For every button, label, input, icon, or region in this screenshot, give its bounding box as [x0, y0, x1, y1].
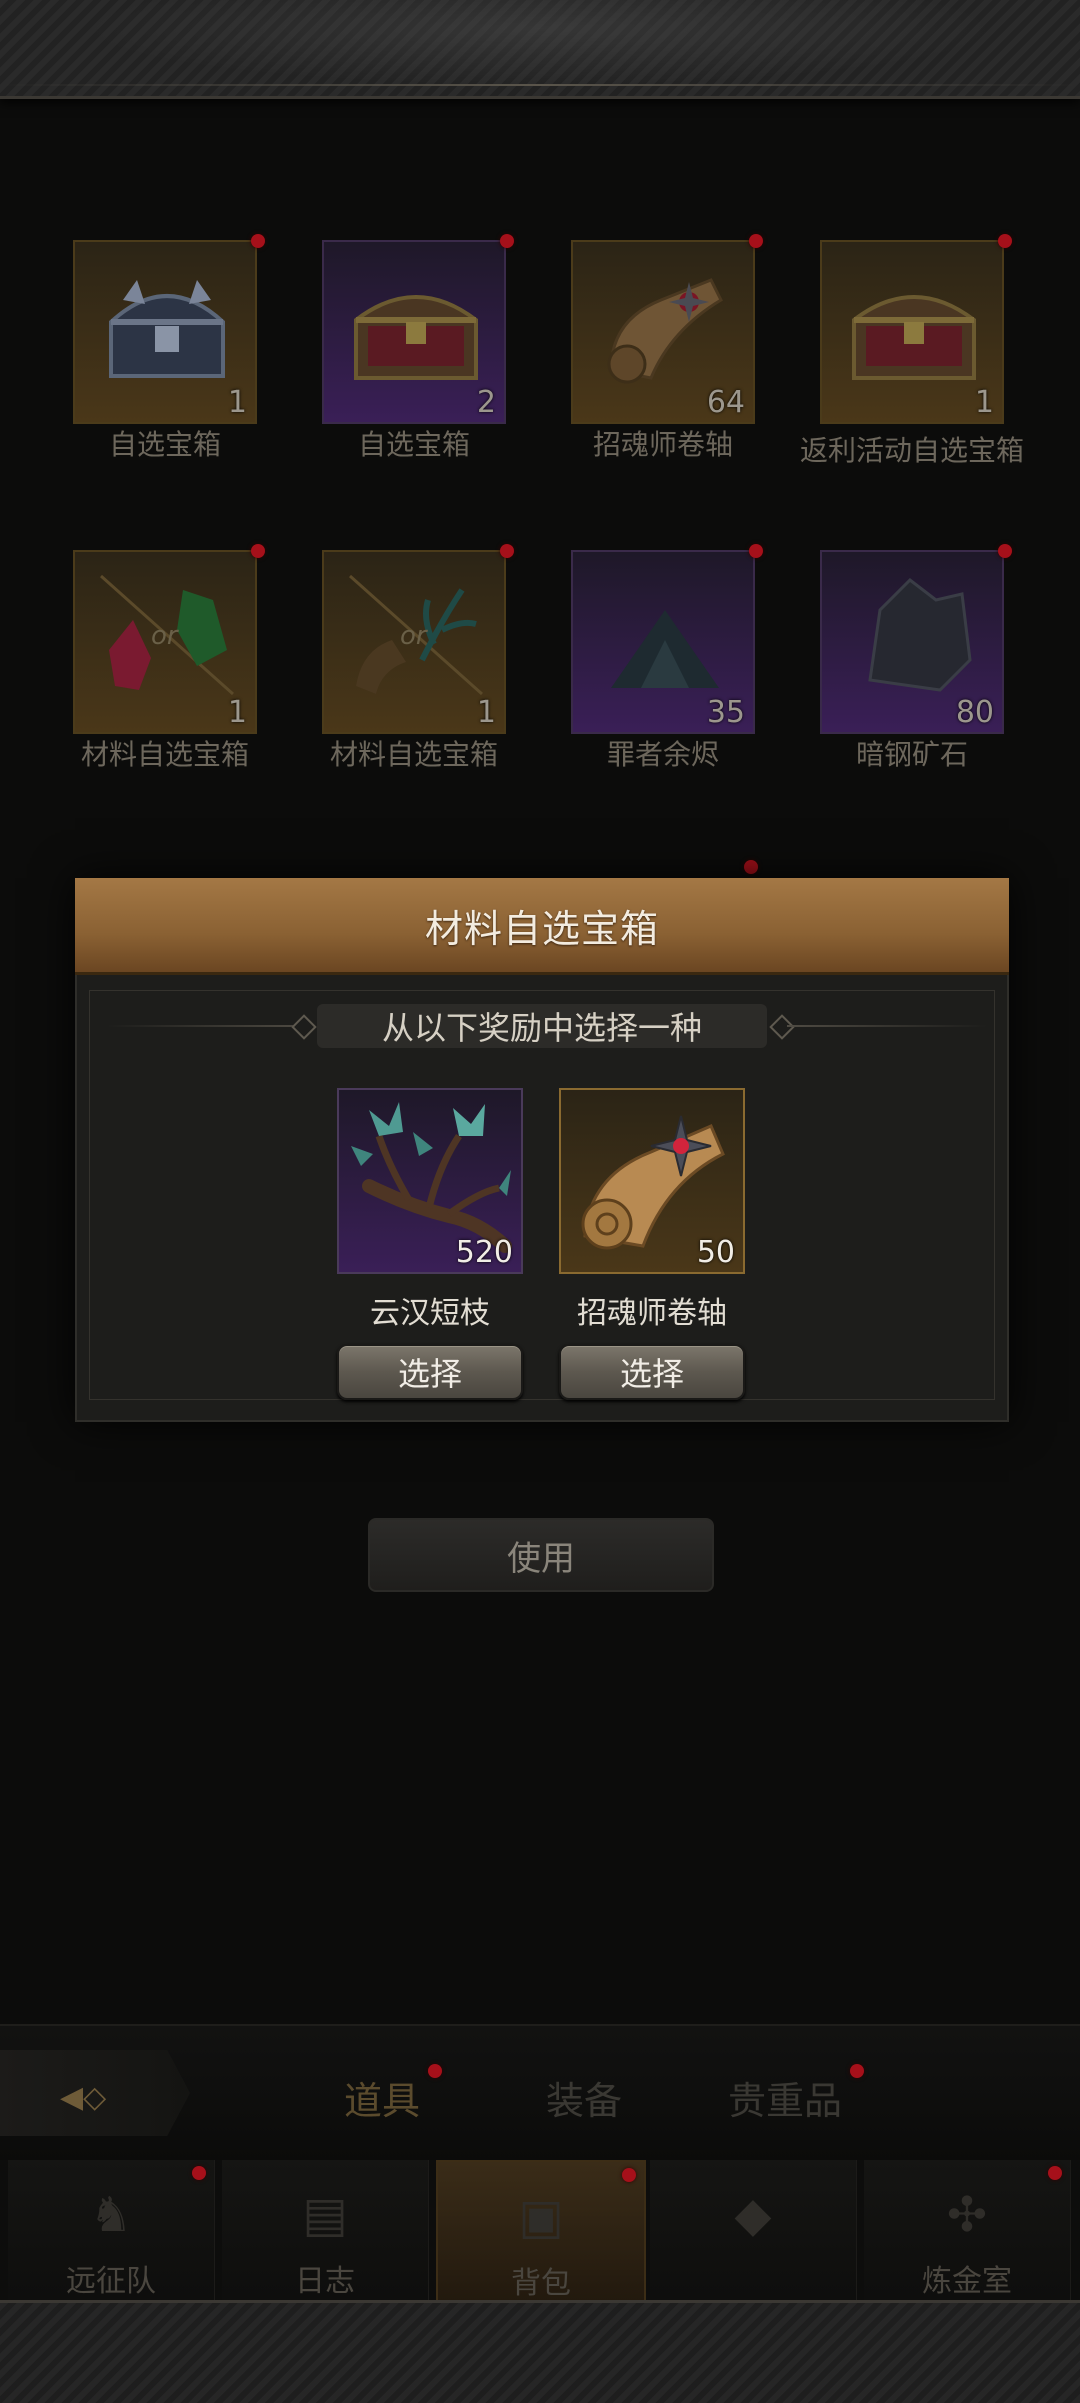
notification-dot: [251, 234, 265, 248]
category-tab-bar: ◀◇ 道具 装备 贵重品: [0, 2024, 1080, 2162]
unknown-icon: ◆: [734, 2187, 772, 2243]
item-slot[interactable]: 35: [571, 550, 755, 734]
steel-chest-icon: [109, 280, 225, 378]
tab-items[interactable]: 道具: [344, 2064, 443, 2125]
notification-dot: [744, 860, 758, 874]
notification-dot: [500, 234, 514, 248]
choice-chest-dialog: 材料自选宝箱 从以下奖励中选择一种 520 云汉短枝 选择 50 招魂师卷轴 选…: [75, 878, 1009, 1422]
scroll-icon: [581, 1115, 725, 1250]
item-slot[interactable]: 64: [571, 240, 755, 424]
item-count: 2: [476, 385, 496, 420]
tab-label: 贵重品: [728, 2079, 843, 2123]
item-count: 1: [974, 385, 994, 420]
diamond-ornament-icon: [291, 1014, 317, 1040]
item-label: 自选宝箱: [108, 428, 221, 461]
item-slot[interactable]: 80: [820, 550, 1004, 734]
notification-dot: [428, 2064, 443, 2078]
backpack-icon: ▣: [518, 2189, 564, 2245]
use-button[interactable]: 使用: [368, 1518, 714, 1592]
dialog-inner-frame: [89, 990, 995, 1400]
scroll-icon: [607, 278, 723, 384]
dark-ore-icon: [868, 578, 972, 692]
back-button[interactable]: ◀◇: [0, 2050, 190, 2136]
wooden-chest-icon: [354, 295, 478, 380]
nav-label: 背包: [511, 2266, 571, 2301]
item-count: 35: [706, 695, 745, 730]
divider: [107, 1025, 307, 1027]
select-button[interactable]: 选择: [337, 1344, 523, 1400]
reward-count: 520: [455, 1235, 513, 1270]
or-text: or: [151, 621, 180, 651]
item-label: 材料自选宝箱: [80, 738, 249, 771]
select-button[interactable]: 选择: [559, 1344, 745, 1400]
reward-name: 招魂师卷轴: [577, 1296, 727, 1331]
map-scroll-icon: ▤: [302, 2187, 348, 2243]
item-slot[interactable]: 2: [322, 240, 506, 424]
nav-expedition[interactable]: ♞ 远征队: [8, 2160, 215, 2300]
item-slot[interactable]: or 1: [322, 550, 506, 734]
item-label: 暗钢矿石: [855, 738, 968, 771]
item-slot[interactable]: 1: [820, 240, 1004, 424]
dialog-title: 材料自选宝箱: [424, 906, 659, 951]
nav-alchemy[interactable]: ✣ 炼金室: [864, 2160, 1071, 2300]
back-arrow-icon: ◀◇: [60, 2080, 107, 2115]
top-ornament-bar: [0, 0, 1080, 99]
item-label: 材料自选宝箱: [329, 738, 498, 771]
nav-unknown[interactable]: ◆: [650, 2160, 857, 2300]
notification-dot: [998, 234, 1012, 248]
item-slot[interactable]: or 1: [73, 550, 257, 734]
reward-slot[interactable]: 520: [337, 1088, 523, 1274]
notification-dot: [251, 544, 265, 558]
notification-dot: [998, 544, 1012, 558]
nav-label: 日志: [295, 2264, 355, 2299]
choice-prompt: 从以下奖励中选择一种: [317, 1004, 767, 1048]
crystal-branch-icon: [351, 1102, 512, 1253]
item-label: 返利活动自选宝箱: [800, 434, 1025, 467]
item-label: 自选宝箱: [357, 428, 470, 461]
horned-helmet-icon: ♞: [89, 2187, 133, 2243]
wooden-chest-icon: [852, 295, 976, 380]
or-text: or: [400, 621, 429, 651]
tab-valuables[interactable]: 贵重品: [728, 2064, 865, 2125]
choice-prompt-row: 从以下奖励中选择一种: [77, 1004, 1007, 1048]
dialog-header: 材料自选宝箱: [75, 878, 1009, 975]
notification-dot: [500, 544, 514, 558]
item-slot[interactable]: 1: [73, 240, 257, 424]
nav-label: 远征队: [66, 2264, 156, 2299]
item-count: 1: [227, 695, 247, 730]
nav-label: 炼金室: [922, 2264, 1012, 2299]
notification-dot: [749, 234, 763, 248]
bottom-navigation: ♞ 远征队 ▤ 日志 ▣ 背包 ◆ ✣ 炼金室: [0, 2160, 1080, 2304]
notification-dot: [1048, 2166, 1062, 2180]
item-count: 64: [706, 385, 745, 420]
divider: [787, 1025, 987, 1027]
item-count: 1: [476, 695, 496, 730]
tab-equipment[interactable]: 装备: [546, 2070, 622, 2125]
nav-backpack[interactable]: ▣ 背包: [436, 2160, 646, 2304]
item-count: 80: [955, 695, 994, 730]
tab-label: 装备: [546, 2079, 623, 2123]
notification-dot: [749, 544, 763, 558]
ember-pile-icon: [611, 610, 719, 688]
alchemy-icon: ✣: [946, 2187, 988, 2243]
bottom-ornament-bar: [0, 2300, 1080, 2403]
item-label: 罪者余烬: [606, 738, 719, 771]
scroll-branch-choice-icon: or: [349, 574, 483, 696]
nav-journal[interactable]: ▤ 日志: [222, 2160, 429, 2300]
item-count: 1: [227, 385, 247, 420]
tab-label: 道具: [344, 2079, 421, 2123]
diamond-ornament-icon: [769, 1014, 795, 1040]
notification-dot: [192, 2166, 206, 2180]
notification-dot: [622, 2168, 636, 2182]
crystal-choice-icon: or: [100, 574, 234, 696]
notification-dot: [850, 2064, 865, 2078]
item-label: 招魂师卷轴: [592, 428, 733, 461]
reward-name: 云汉短枝: [370, 1296, 490, 1331]
reward-count: 50: [696, 1235, 735, 1270]
reward-slot[interactable]: 50: [559, 1088, 745, 1274]
